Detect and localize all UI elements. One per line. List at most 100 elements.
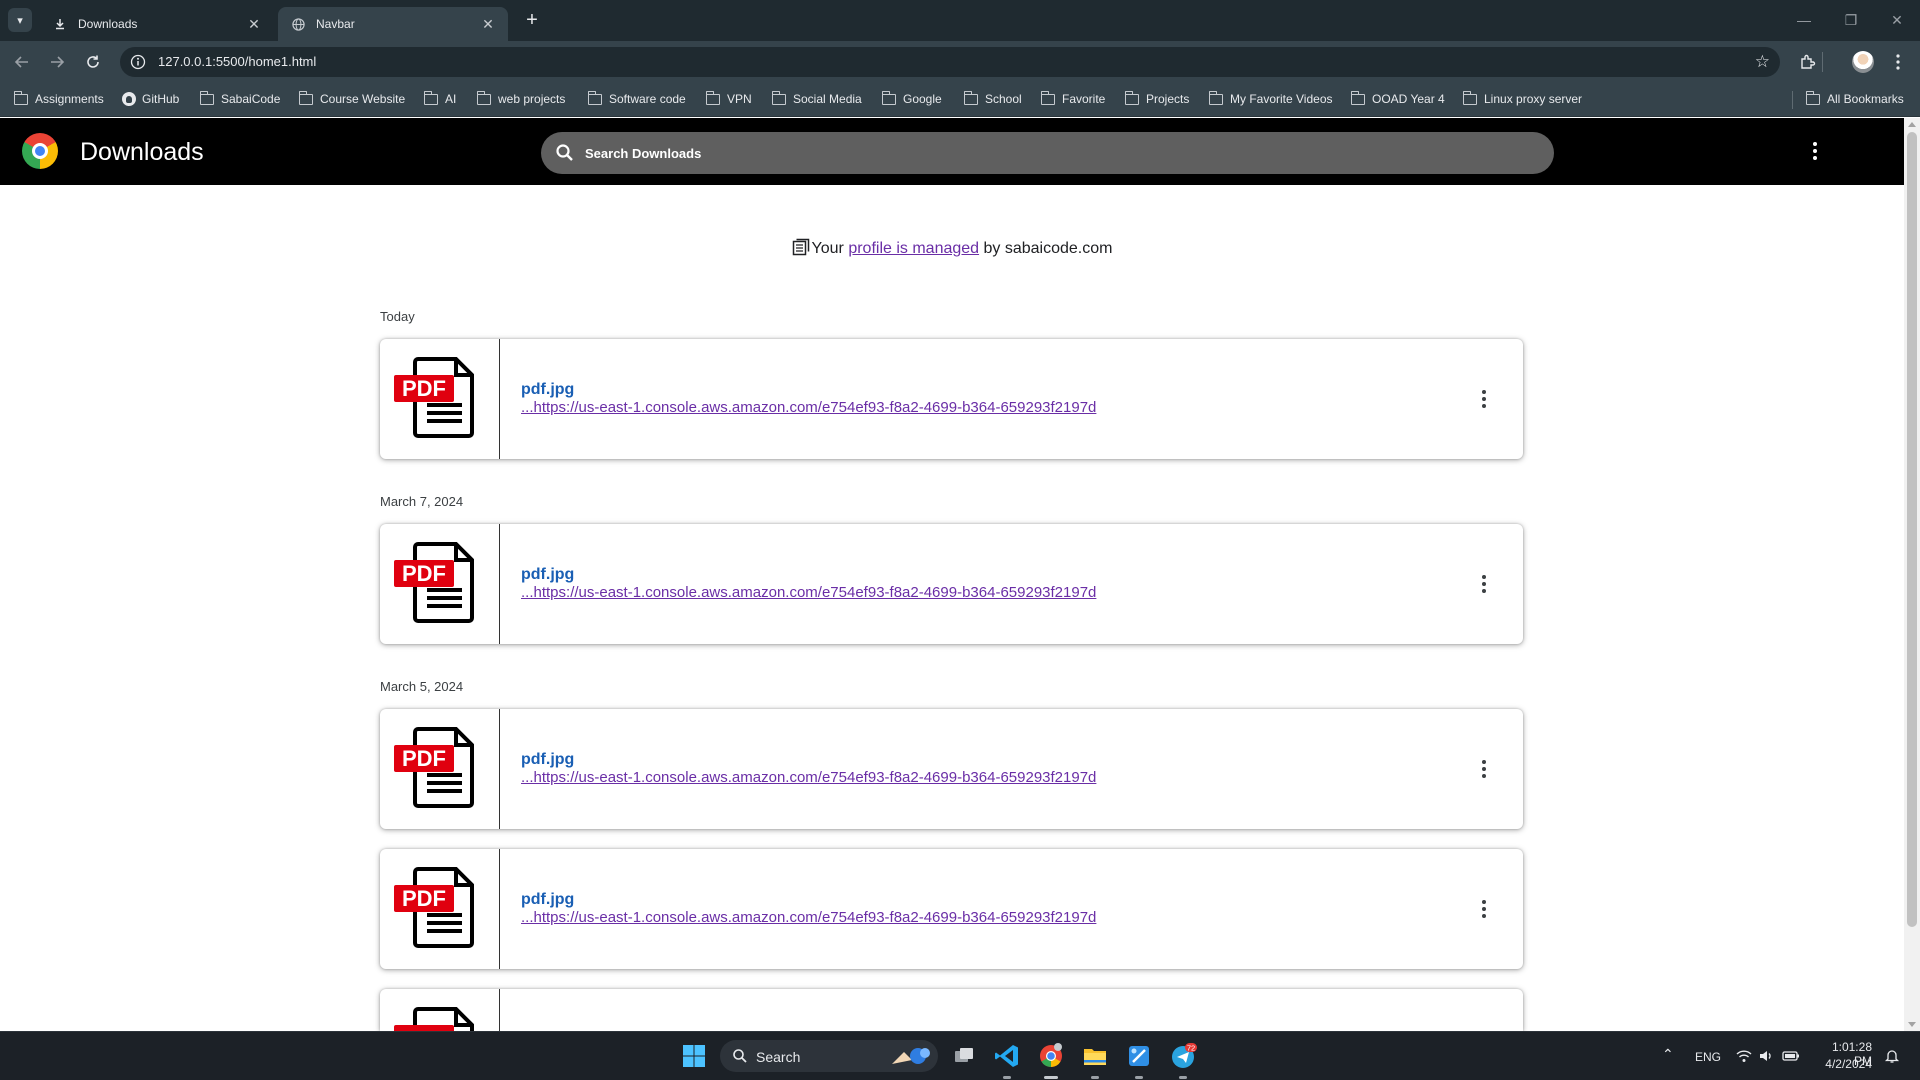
- bookmark-ai[interactable]: AI: [423, 90, 456, 106]
- show-hidden-icons-chevron-icon[interactable]: ⌃: [1662, 1046, 1674, 1063]
- chrome-menu-icon[interactable]: [1886, 50, 1910, 74]
- file-name-link[interactable]: pdf.jpg: [521, 751, 574, 769]
- close-icon[interactable]: ✕: [246, 16, 262, 33]
- folder-icon: [705, 90, 720, 105]
- bookmark-linux-proxy-server[interactable]: Linux proxy server: [1462, 90, 1583, 106]
- all-bookmarks[interactable]: All Bookmarks: [1805, 90, 1904, 106]
- file-explorer-icon[interactable]: [1081, 1042, 1109, 1070]
- folder-icon: [1208, 90, 1223, 105]
- file-thumbnail[interactable]: PDF: [380, 849, 500, 969]
- bookmark-label: Linux proxy server: [1484, 92, 1583, 106]
- scrollbar-thumb[interactable]: [1907, 132, 1917, 927]
- folder-icon: [13, 90, 28, 105]
- more-options-icon[interactable]: [1478, 757, 1490, 781]
- more-options-icon[interactable]: [1478, 572, 1490, 596]
- restore-button[interactable]: ❐: [1836, 8, 1866, 32]
- tab-strip: ▾ Downloads ✕ Navbar ✕ + — ❐ ✕: [0, 0, 1920, 41]
- chrome-taskbar-icon[interactable]: [1037, 1042, 1065, 1070]
- new-tab-button[interactable]: +: [520, 9, 544, 33]
- running-indicator: [1091, 1076, 1099, 1079]
- tab-navbar[interactable]: Navbar ✕: [278, 7, 508, 41]
- site-info-icon[interactable]: [130, 54, 146, 70]
- running-indicator: [1179, 1076, 1187, 1079]
- file-thumbnail[interactable]: PDF: [380, 524, 500, 644]
- tab-downloads[interactable]: Downloads ✕: [40, 7, 274, 41]
- bookmark-my-favorite-videos[interactable]: My Favorite Videos: [1208, 90, 1333, 106]
- snipping-tool-icon[interactable]: [1125, 1042, 1153, 1070]
- bookmark-label: Favorite: [1062, 92, 1106, 106]
- bookmark-label: Projects: [1146, 92, 1190, 106]
- task-view-icon[interactable]: [950, 1042, 978, 1070]
- notification-bell-icon[interactable]: [1884, 1048, 1900, 1064]
- bookmark-star-icon[interactable]: ☆: [1755, 52, 1770, 72]
- taskbar-search[interactable]: Search: [720, 1040, 938, 1072]
- close-icon[interactable]: ✕: [480, 16, 496, 33]
- search-input[interactable]: [585, 132, 1525, 174]
- folder-icon: [476, 90, 491, 105]
- minimize-button[interactable]: —: [1789, 8, 1819, 32]
- close-window-button[interactable]: ✕: [1882, 8, 1912, 32]
- folder-icon: [1040, 90, 1055, 105]
- bookmark-course-website[interactable]: Course Website: [298, 90, 405, 106]
- bookmark-sabaicode[interactable]: SabaiCode: [199, 90, 281, 106]
- bookmark-google[interactable]: Google: [881, 90, 942, 106]
- pdf-file-icon: PDF: [394, 867, 474, 948]
- windows-start-icon[interactable]: [680, 1042, 708, 1070]
- more-options-icon[interactable]: [1478, 897, 1490, 921]
- bookmark-label: GitHub: [142, 92, 180, 106]
- language-indicator[interactable]: ENG: [1695, 1050, 1721, 1064]
- tab-search-button[interactable]: ▾: [8, 8, 32, 32]
- wifi-icon[interactable]: [1736, 1048, 1752, 1064]
- download-item-partial: [380, 989, 1523, 1031]
- bookmark-favorite[interactable]: Favorite: [1040, 90, 1106, 106]
- bookmark-assignments[interactable]: Assignments: [13, 90, 104, 106]
- more-options-icon[interactable]: [1478, 387, 1490, 411]
- back-icon[interactable]: [10, 50, 34, 74]
- bookmark-software-code[interactable]: Software code: [587, 90, 686, 106]
- file-name-link[interactable]: pdf.jpg: [521, 566, 574, 584]
- more-actions-icon[interactable]: [1805, 138, 1825, 164]
- bookmark-projects[interactable]: Projects: [1124, 90, 1190, 106]
- file-name-link[interactable]: pdf.jpg: [521, 891, 574, 909]
- folder-icon: [1124, 90, 1139, 105]
- svg-text:PDF: PDF: [402, 376, 446, 401]
- file-source-url[interactable]: ...https://us-east-1.console.aws.amazon.…: [521, 909, 1096, 926]
- bookmark-school[interactable]: School: [963, 90, 1022, 106]
- pdf-file-icon: PDF: [394, 357, 474, 438]
- vscode-icon[interactable]: [993, 1042, 1021, 1070]
- search-downloads-bar[interactable]: [541, 132, 1554, 174]
- extensions-icon[interactable]: [1796, 50, 1820, 74]
- address-bar[interactable]: 127.0.0.1:5500/home1.html ☆: [120, 47, 1780, 77]
- bookmark-github[interactable]: GitHub: [122, 92, 179, 106]
- file-thumbnail[interactable]: [380, 989, 500, 1031]
- battery-icon[interactable]: [1782, 1048, 1800, 1064]
- file-source-url[interactable]: ...https://us-east-1.console.aws.amazon.…: [521, 399, 1096, 416]
- forward-icon[interactable]: [45, 50, 69, 74]
- windows-taskbar: Search 72 ⌃ ENG 1:01:28 PM 4/2/2024: [0, 1031, 1920, 1080]
- bookmark-ooad-year-4[interactable]: OOAD Year 4: [1350, 90, 1445, 106]
- clock-date[interactable]: 4/2/2024: [1818, 1057, 1872, 1071]
- profile-managed-link[interactable]: profile is managed: [848, 240, 979, 257]
- reload-icon[interactable]: [81, 50, 105, 74]
- volume-icon[interactable]: [1758, 1048, 1774, 1064]
- bookmark-vpn[interactable]: VPN: [705, 90, 752, 106]
- telegram-icon[interactable]: 72: [1169, 1042, 1197, 1070]
- tab-title: Navbar: [316, 17, 355, 31]
- bookmark-label: SabaiCode: [221, 92, 281, 106]
- bookmark-label: OOAD Year 4: [1372, 92, 1445, 106]
- bookmarks-divider: [1792, 91, 1793, 109]
- page-scrollbar[interactable]: [1904, 118, 1920, 1031]
- file-thumbnail[interactable]: PDF: [380, 709, 500, 829]
- bookmark-web-projects[interactable]: web projects: [476, 90, 565, 106]
- file-source-url[interactable]: ...https://us-east-1.console.aws.amazon.…: [521, 769, 1096, 786]
- file-name-link[interactable]: pdf.jpg: [521, 381, 574, 399]
- bookmark-label: VPN: [727, 92, 752, 106]
- scroll-up-arrow-icon[interactable]: [1908, 122, 1916, 127]
- scroll-down-arrow-icon[interactable]: [1908, 1022, 1916, 1027]
- pdf-file-icon: [394, 1007, 474, 1031]
- bookmark-social-media[interactable]: Social Media: [771, 90, 862, 106]
- profile-avatar[interactable]: [1852, 51, 1874, 73]
- managed-prefix: Your: [811, 240, 849, 257]
- file-source-url[interactable]: ...https://us-east-1.console.aws.amazon.…: [521, 584, 1096, 601]
- file-thumbnail[interactable]: PDF: [380, 339, 500, 459]
